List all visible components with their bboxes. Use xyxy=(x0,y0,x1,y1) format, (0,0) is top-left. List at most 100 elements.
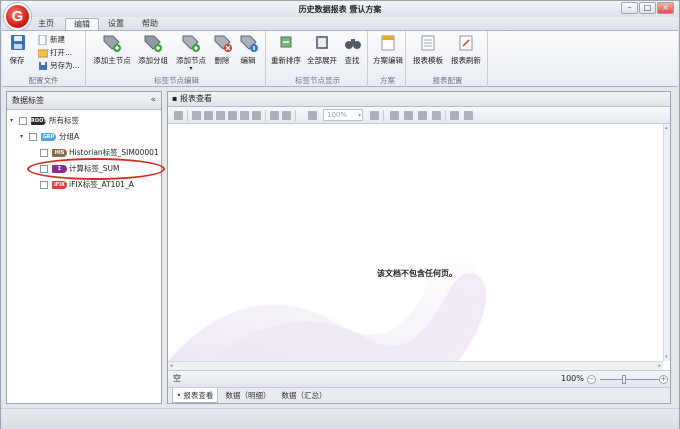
save-button[interactable]: 保存 xyxy=(7,33,27,66)
zoom-combo-value: 100% xyxy=(327,111,348,119)
prev-page-icon[interactable] xyxy=(404,111,413,120)
zoom-slider[interactable] xyxy=(600,379,660,380)
zoom-combo[interactable]: 100% ▾ xyxy=(323,109,363,121)
delete-button[interactable]: 删除 xyxy=(212,33,232,66)
page-setup-icon[interactable] xyxy=(240,111,249,120)
edit-button[interactable]: 编辑 xyxy=(238,33,258,66)
zoom-plus-button[interactable]: + xyxy=(659,375,668,384)
save-as-icon xyxy=(38,61,48,71)
tab-help[interactable]: 帮助 xyxy=(137,18,163,30)
add-node-dropdown-icon[interactable]: ▾ xyxy=(174,66,208,72)
ribbon: 保存 新建 打开... 另存为... 配置文件 添加主节点 添加分组 添加节点 … xyxy=(2,30,678,87)
maximize-button[interactable]: □ xyxy=(639,2,656,14)
scroll-up-icon[interactable]: ▴ xyxy=(665,125,668,131)
add-group-button[interactable]: 添加分组 xyxy=(136,33,170,66)
quick-print-icon[interactable] xyxy=(228,111,237,120)
tree-checkbox[interactable] xyxy=(40,181,48,189)
minimize-button[interactable]: – xyxy=(621,2,638,14)
collapse-panel-button[interactable]: « xyxy=(150,92,156,109)
scroll-down-icon[interactable]: ▾ xyxy=(665,354,668,360)
tree-node-ifix-tag[interactable]: iFIX iFIX标签_AT101_A xyxy=(40,178,162,192)
group-label-tag-node-edit: 标签节点编辑 xyxy=(154,76,199,85)
horizontal-scrollbar[interactable]: ◂ ▸ xyxy=(168,361,663,370)
app-window: 历史数据报表 暨认方案 – □ × G 主页 编辑 设置 帮助 保存 新建 打开… xyxy=(0,0,680,429)
expand-arrow-icon[interactable]: ▾ xyxy=(20,130,28,144)
report-view-header: ▪ 报表查看 xyxy=(168,92,670,107)
root-tag-icon: ROOT xyxy=(31,117,47,125)
edit-icon xyxy=(238,33,260,53)
tab-report-view[interactable]: • 报表查看 xyxy=(172,388,218,403)
print-icon[interactable] xyxy=(216,111,225,120)
zoom-slider-handle[interactable] xyxy=(622,375,626,384)
report-refresh-button[interactable]: 报表刷新 xyxy=(450,33,482,66)
open-label: 打开... xyxy=(50,48,73,57)
window-status-strip xyxy=(1,408,679,429)
app-logo-icon[interactable]: G xyxy=(4,3,31,30)
expand-all-button[interactable]: 全部展开 xyxy=(306,33,338,66)
tree-checkbox[interactable] xyxy=(29,133,37,141)
new-button[interactable]: 新建 xyxy=(38,34,65,46)
last-page-icon[interactable] xyxy=(432,111,441,120)
tab-edit[interactable]: 编辑 xyxy=(65,18,99,30)
toolbar-separator xyxy=(187,110,188,121)
tree-node-label: 分组A xyxy=(59,132,80,141)
tree-node-all-tags[interactable]: ▾ ROOT 所有标签 xyxy=(10,114,160,128)
tab-data-summary[interactable]: 数据（汇总） xyxy=(278,388,330,403)
empty-document-message: 该文档不包含任何页。 xyxy=(377,269,457,278)
tree-node-group-a[interactable]: ▾ GRP 分组A xyxy=(20,130,160,144)
zoom-out-icon[interactable] xyxy=(308,111,317,120)
chevron-down-icon[interactable]: ▾ xyxy=(358,110,361,121)
group-label-scheme: 方案 xyxy=(380,76,395,85)
open-button[interactable]: 打开... xyxy=(37,47,73,59)
ifix-tag-icon: iFIX xyxy=(52,181,67,189)
expand-arrow-icon[interactable]: ▾ xyxy=(10,114,18,128)
data-tags-panel: 数据标签 « ▾ ROOT 所有标签 ▾ GRP 分组A HIS Histori… xyxy=(6,91,162,404)
report-refresh-icon xyxy=(455,33,477,53)
title-bar: 历史数据报表 暨认方案 – □ × xyxy=(1,1,679,17)
find-label: 查找 xyxy=(344,56,360,65)
add-master-node-button[interactable]: 添加主节点 xyxy=(92,33,132,66)
multi-page-icon[interactable] xyxy=(450,111,459,120)
save-label: 保存 xyxy=(9,56,25,65)
edit-label: 编辑 xyxy=(240,56,256,65)
zoom-in-icon[interactable] xyxy=(370,111,379,120)
save-as-button[interactable]: 另存为... xyxy=(38,60,80,72)
delete-icon xyxy=(212,33,234,53)
resort-button[interactable]: 重新排序 xyxy=(270,33,302,66)
scale-icon[interactable] xyxy=(252,111,261,120)
document-area: 该文档不包含任何页。 xyxy=(168,124,663,361)
find-button[interactable]: 查找 xyxy=(342,33,362,66)
color-icon[interactable] xyxy=(464,111,473,120)
close-button[interactable]: × xyxy=(657,2,674,14)
hand-tool-icon[interactable] xyxy=(270,111,279,120)
add-node-button[interactable]: 添加节点 ▾ xyxy=(174,33,208,72)
open-icon[interactable] xyxy=(192,111,201,120)
report-tabs: • 报表查看 数据（明细） 数据（汇总） xyxy=(168,387,670,403)
tree-checkbox[interactable] xyxy=(19,117,27,125)
group-label-report-config: 报表配置 xyxy=(432,76,463,85)
report-template-button[interactable]: 报表模板 xyxy=(412,33,444,66)
ribbon-group-tag-node-edit: 添加主节点 添加分组 添加节点 ▾ 删除 编辑 标签节点编辑 xyxy=(88,31,266,87)
ribbon-group-tag-node-display: 重新排序 全部展开 查找 标签节点显示 xyxy=(268,31,368,87)
save-icon[interactable] xyxy=(204,111,213,120)
next-page-icon[interactable] xyxy=(418,111,427,120)
zoom-minus-button[interactable]: − xyxy=(587,375,596,384)
add-group-icon xyxy=(142,33,164,53)
add-node-icon xyxy=(180,33,202,53)
magnifier-icon[interactable] xyxy=(282,111,291,120)
report-template-icon xyxy=(417,33,439,53)
tree-checkbox[interactable] xyxy=(40,149,48,157)
tab-data-detail[interactable]: 数据（明细） xyxy=(222,388,274,403)
tab-settings[interactable]: 设置 xyxy=(103,18,129,30)
resort-label: 重新排序 xyxy=(271,56,301,65)
toolbar-separator xyxy=(383,110,384,121)
tab-home[interactable]: 主页 xyxy=(33,18,59,30)
find-icon[interactable] xyxy=(174,111,183,120)
scroll-left-icon[interactable]: ◂ xyxy=(170,363,173,369)
vertical-scrollbar[interactable]: ▴ ▾ xyxy=(663,124,670,361)
first-page-icon[interactable] xyxy=(390,111,399,120)
save-icon xyxy=(7,33,29,53)
scheme-edit-button[interactable]: 方案编辑 xyxy=(372,33,404,66)
add-group-label: 添加分组 xyxy=(138,56,168,65)
scroll-right-icon[interactable]: ▸ xyxy=(658,363,661,369)
